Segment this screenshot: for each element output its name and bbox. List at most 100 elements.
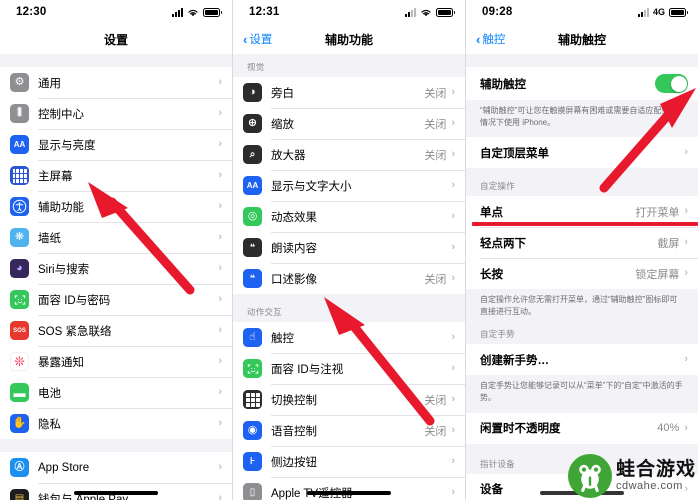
sliders-icon: ⦀	[10, 104, 29, 123]
list-item-voiceover[interactable]: ◑ 旁白 关闭 ›	[233, 77, 465, 108]
text-size-icon: AA	[10, 135, 29, 154]
top-spacer	[466, 54, 698, 67]
list-item-home-screen[interactable]: 主屏幕 ›	[0, 160, 232, 191]
list-item-magnifier[interactable]: ⌕ 放大器 关闭 ›	[233, 139, 465, 170]
list-item-face-id-attention[interactable]: 面容 ID与注视 ›	[233, 353, 465, 384]
list-item-label: 闲置时不透明度	[480, 423, 561, 436]
list-item-label: 面容 ID与密码	[38, 294, 111, 307]
wallet-icon: ▤	[10, 489, 29, 500]
list-item-side-button[interactable]: ⊦ 侧边按钮 ›	[233, 446, 465, 477]
list-item-label: 语音控制	[271, 425, 317, 438]
list-item-battery[interactable]: ▬ 电池 ›	[0, 377, 232, 408]
list-item-double-tap[interactable]: 轻点两下 截屏 ›	[466, 227, 698, 259]
apple-tv-remote-icon: ▯	[243, 483, 262, 500]
signal-bars-icon	[637, 7, 649, 17]
list-item-label: 动态效果	[271, 211, 317, 224]
list-item-motion[interactable]: ◎ 动态效果 ›	[233, 201, 465, 232]
wifi-icon	[421, 9, 431, 16]
back-button[interactable]: ‹ 触控	[476, 31, 505, 47]
chevron-right-icon: ›	[218, 355, 222, 367]
list-item-label: 轻点两下	[480, 237, 526, 250]
list-item-voice-control[interactable]: ◉ 语音控制 关闭 ›	[233, 415, 465, 446]
accessibility-list[interactable]: 视觉 ◑ 旁白 关闭 › ⊕ 缩放 关闭 › ⌕ 放大器 关闭 › AA 显示与…	[233, 54, 465, 500]
list-item-value: 关闭	[424, 118, 447, 131]
list-item-custom-top-menu[interactable]: 自定顶层菜单 ›	[466, 137, 698, 169]
list-item-label: 自定顶层菜单	[480, 147, 549, 160]
back-button-label: 触控	[482, 34, 506, 46]
section-header-physical-motor: 动作交互	[247, 307, 282, 317]
text-size-icon: AA	[243, 176, 262, 195]
list-item-spoken-content[interactable]: ❝ 朗读内容 ›	[233, 232, 465, 263]
chevron-right-icon: ›	[218, 169, 222, 181]
battery-settings-icon: ▬	[10, 383, 29, 402]
list-item-app-store[interactable]: Ⓐ App Store ›	[0, 452, 232, 483]
list-item-accessibility[interactable]: 辅助功能 ›	[0, 191, 232, 222]
list-item-label: 放大器	[271, 149, 306, 162]
list-item-wallpaper[interactable]: ❋ 墙纸 ›	[0, 222, 232, 253]
chevron-right-icon: ›	[218, 76, 222, 88]
list-item-value: 截屏	[657, 237, 680, 250]
battery-icon	[436, 7, 455, 17]
face-id-icon	[10, 290, 29, 309]
section-header-vision: 视觉	[247, 62, 265, 72]
battery-icon	[669, 7, 688, 17]
list-item-idle-opacity[interactable]: 闲置时不透明度 40% ›	[466, 412, 698, 444]
list-item-emergency-sos[interactable]: SOS SOS 紧急联络 ›	[0, 315, 232, 346]
list-item-label: 口述影像	[271, 273, 317, 286]
chevron-left-icon: ‹	[243, 31, 248, 47]
list-item-label: 面容 ID与注视	[271, 363, 344, 376]
idle-opacity-value: 40%	[657, 422, 680, 435]
chevron-right-icon: ›	[451, 331, 455, 343]
chevron-right-icon: ›	[451, 486, 455, 498]
chevron-right-icon: ›	[218, 386, 222, 398]
list-item-display-brightness[interactable]: AA 显示与亮度 ›	[0, 129, 232, 160]
list-item-long-press[interactable]: 长按 锁定屏幕 ›	[466, 258, 698, 290]
chevron-right-icon: ›	[218, 324, 222, 336]
list-item-display-text-size[interactable]: AA 显示与文字大小 ›	[233, 170, 465, 201]
list-item-label: 隐私	[38, 418, 61, 431]
list-item-face-id-passcode[interactable]: 面容 ID与密码 ›	[0, 284, 232, 315]
list-item-switch-control[interactable]: 切换控制 关闭 ›	[233, 384, 465, 415]
list-item-exposure-notifications[interactable]: ❊ 暴露通知 ›	[0, 346, 232, 377]
list-item-general[interactable]: ⚙ 通用 ›	[0, 67, 232, 98]
chevron-right-icon: ›	[218, 138, 222, 150]
wallpaper-icon: ❋	[10, 228, 29, 247]
list-item-siri-search[interactable]: ◕ Siri与搜索 ›	[0, 253, 232, 284]
status-time: 12:30	[16, 6, 47, 18]
privacy-hand-icon: ✋	[10, 414, 29, 433]
list-item-zoom[interactable]: ⊕ 缩放 关闭 ›	[233, 108, 465, 139]
list-item-touch[interactable]: ☝ 触控 ›	[233, 322, 465, 353]
list-item-control-center[interactable]: ⦀ 控制中心 ›	[0, 98, 232, 129]
phone-screen-accessibility: 12:31 ‹ 设置 辅助功能 视觉 ◑ 旁白 关闭 › ⊕ 缩放 关闭 › ⌕…	[233, 0, 466, 500]
list-item-label: Siri与搜索	[38, 263, 90, 276]
list-item-label: SOS 紧急联络	[38, 325, 112, 338]
list-item-apple-tv-remote[interactable]: ▯ Apple TV遥控器 ›	[233, 477, 465, 500]
section-header-custom-actions: 自定操作	[480, 181, 515, 192]
three-phone-screenshots: 12:30 设置 ⚙ 通用 › ⦀ 控制中心 › AA 显示与亮度 › 主屏幕 …	[0, 0, 698, 500]
magnifier-icon: ⌕	[243, 145, 262, 164]
assistive-touch-row[interactable]: 辅助触控	[466, 67, 698, 100]
audio-descriptions-icon: ❝	[243, 269, 262, 288]
list-item-create-gesture[interactable]: 创建新手势… ›	[466, 344, 698, 376]
list-item-audio-descriptions[interactable]: ❝ 口述影像 关闭 ›	[233, 263, 465, 294]
list-item-privacy[interactable]: ✋ 隐私 ›	[0, 408, 232, 439]
signal-bars-icon	[405, 7, 416, 17]
settings-list[interactable]: ⚙ 通用 › ⦀ 控制中心 › AA 显示与亮度 › 主屏幕 › 辅助功能 › …	[0, 54, 232, 500]
back-button[interactable]: ‹ 设置	[243, 31, 272, 47]
chevron-right-icon: ›	[684, 236, 688, 249]
exposure-notification-icon: ❊	[10, 352, 29, 371]
list-item-value: 关闭	[424, 273, 447, 286]
section-header-custom-gestures: 自定手势	[480, 329, 515, 340]
list-item-label: 辅助功能	[38, 201, 84, 214]
phone-screen-settings: 12:30 设置 ⚙ 通用 › ⦀ 控制中心 › AA 显示与亮度 › 主屏幕 …	[0, 0, 233, 500]
status-indicators: 4G	[637, 7, 688, 17]
assistive-touch-list[interactable]: 辅助触控 “辅助触控”可让您在触摸屏幕有困难或需要自适应配件的情况下使用 iPh…	[466, 54, 698, 500]
list-item-label: 显示与文字大小	[271, 180, 352, 193]
assistive-touch-toggle[interactable]	[655, 74, 688, 93]
battery-icon	[203, 7, 222, 17]
list-item-label: 暴露通知	[38, 356, 84, 369]
status-bar: 12:31	[233, 0, 465, 24]
list-item-value: 关闭	[424, 149, 447, 162]
chevron-right-icon: ›	[218, 417, 222, 429]
chevron-left-icon: ‹	[476, 31, 481, 47]
